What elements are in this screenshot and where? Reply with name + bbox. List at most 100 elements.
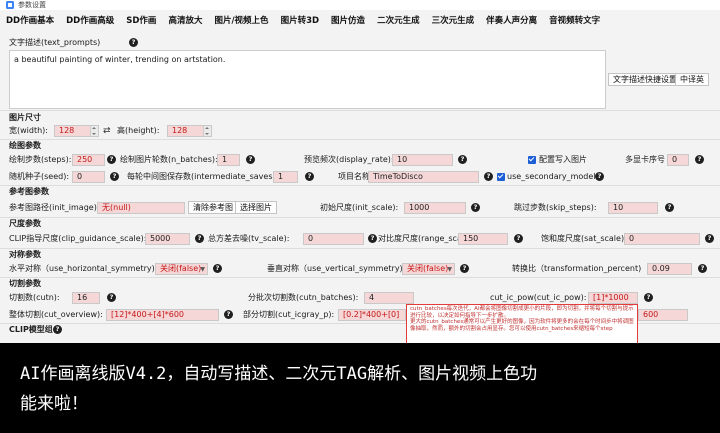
divider xyxy=(0,110,720,111)
help-icon[interactable]: ? xyxy=(695,155,704,164)
n-batches-input[interactable]: 1 xyxy=(217,154,240,166)
clip-guidance-input[interactable]: 5000 xyxy=(145,233,190,245)
text-prompts-label: 文字描述(text_prompts) xyxy=(9,38,101,47)
help-icon[interactable]: ? xyxy=(129,38,138,47)
write-config-checkbox[interactable] xyxy=(528,156,536,164)
help-icon[interactable]: ? xyxy=(213,264,222,273)
help-icon[interactable]: ? xyxy=(698,264,707,273)
help-icon[interactable]: ? xyxy=(246,155,255,164)
init-scale-label: 初始尺度(init_scale): xyxy=(320,203,399,212)
menu-image-imitate[interactable]: 图片仿造 xyxy=(331,14,365,26)
seed-label: 随机种子(seed): xyxy=(9,172,70,181)
help-icon[interactable]: ? xyxy=(514,234,523,243)
seed-input[interactable]: 0 xyxy=(72,171,105,183)
width-label: 宽(width): xyxy=(9,126,48,135)
divider xyxy=(0,217,720,218)
divider xyxy=(0,277,720,278)
init-scale-input[interactable]: 1000 xyxy=(404,202,466,214)
section-clip-model: CLIP模型组 xyxy=(9,325,53,334)
menu-speech-to-text[interactable]: 音视频转文字 xyxy=(549,14,600,26)
transformation-percent-input[interactable]: 0.09 xyxy=(647,263,692,275)
cut-ic-pow-input[interactable]: [1]*1000 xyxy=(588,292,638,304)
help-icon[interactable]: ? xyxy=(224,310,233,319)
banner-line-2: 能来啦！ xyxy=(20,394,88,414)
help-icon[interactable]: ? xyxy=(368,234,377,243)
vertical-symmetry-select[interactable]: 关闭(false) ▼ xyxy=(402,263,455,275)
chevron-down-icon: ▼ xyxy=(447,266,452,273)
display-rate-input[interactable]: 10 xyxy=(392,154,453,166)
menu-real-gen[interactable]: 三次元生成 xyxy=(432,14,475,26)
help-icon[interactable]: ? xyxy=(484,172,493,181)
init-image-input[interactable]: 无(null) xyxy=(97,202,185,214)
sat-scale-label: 饱和度尺度(sat_scale): xyxy=(541,234,627,243)
project-input[interactable]: TimeToDisco xyxy=(368,171,479,183)
help-icon[interactable]: ? xyxy=(107,155,116,164)
menu-sd[interactable]: SD作画 xyxy=(126,14,156,26)
divider xyxy=(0,139,720,140)
section-symmetry: 对称参数 xyxy=(9,250,41,259)
cut-overview-label: 整体切割(cut_overview): xyxy=(9,310,103,319)
intermediate-saves-input[interactable]: 1 xyxy=(273,171,298,183)
menu-dd-advanced[interactable]: DD作画高级 xyxy=(66,14,114,26)
cutn-input[interactable]: 16 xyxy=(72,292,100,304)
cutn-batches-tooltip: cutn_batches每次迭代，AI都会将图像切割成更小的片段，即为切割，并将… xyxy=(406,304,638,344)
help-icon[interactable]: ? xyxy=(705,234,714,243)
window-title: 参数设置 xyxy=(18,1,46,9)
help-icon[interactable]: ? xyxy=(665,203,674,212)
menu-upscale[interactable]: 高清放大 xyxy=(168,14,202,26)
menu-image-to-3d[interactable]: 图片转3D xyxy=(281,14,319,26)
transformation-percent-label: 转换比（transformation_percent) xyxy=(512,264,642,273)
help-icon[interactable]: ? xyxy=(195,234,204,243)
steps-input[interactable]: 250 xyxy=(72,154,105,166)
cut-icgray-input[interactable]: [0.2]*400+[0] xyxy=(338,309,406,321)
range-scale-input[interactable]: 150 xyxy=(458,233,508,245)
help-icon[interactable]: ? xyxy=(644,293,653,302)
help-icon[interactable]: ? xyxy=(471,203,480,212)
height-input[interactable]: 128 xyxy=(167,125,212,137)
cutn-batches-label: 分批次切割数(cutn_batches): xyxy=(248,293,359,302)
divider xyxy=(0,248,720,249)
menu-vocal-separation[interactable]: 伴奏人声分离 xyxy=(486,14,537,26)
help-icon[interactable]: ? xyxy=(110,172,119,181)
swap-icon[interactable]: ⇄ xyxy=(103,125,111,137)
menu-colorize[interactable]: 图片/视频上色 xyxy=(214,14,268,26)
gpu-input[interactable]: 0 xyxy=(667,154,689,166)
gpu-label: 多显卡序号 xyxy=(625,155,665,164)
section-draw: 绘图参数 xyxy=(9,141,41,150)
tv-scale-label: 总方差去噪(tv_scale): xyxy=(208,234,290,243)
text-prompts-input[interactable]: a beautiful painting of winter, trending… xyxy=(9,50,606,109)
help-icon[interactable]: ? xyxy=(107,293,116,302)
horizontal-symmetry-select[interactable]: 关闭(false) ▼ xyxy=(155,263,208,275)
menu-dd-basic[interactable]: DD作画基本 xyxy=(6,14,54,26)
help-icon[interactable]: ? xyxy=(53,325,62,334)
tooltip-line: cutn_batches每次迭代，AI都会将图像切割成更小的片段，即为切割，并将… xyxy=(410,306,634,319)
tv-scale-input[interactable]: 0 xyxy=(303,233,364,245)
secondary-model-checkbox[interactable] xyxy=(497,173,505,181)
help-icon[interactable]: ? xyxy=(595,172,604,181)
translate-button[interactable]: 中译英 xyxy=(675,73,709,86)
prompt-quick-set-button[interactable]: 文字描述快捷设置 xyxy=(608,73,682,86)
help-icon[interactable]: ? xyxy=(458,155,467,164)
help-icon[interactable]: ? xyxy=(305,172,314,181)
sat-scale-input[interactable]: 0 xyxy=(624,233,700,245)
skip-steps-input[interactable]: 10 xyxy=(608,202,658,214)
write-config-label: 配置写入图片 xyxy=(539,155,587,164)
init-image-label: 参考图路径(init_image): xyxy=(9,203,100,212)
clear-init-image-button[interactable]: 清除参考图 xyxy=(188,201,238,214)
cut-overview-input[interactable]: [12]*400+[4]*600 xyxy=(106,309,219,321)
select-image-button[interactable]: 选择图片 xyxy=(235,201,277,214)
n-batches-label: 绘制图片轮数(n_batches): xyxy=(120,155,218,164)
app-icon xyxy=(6,1,14,9)
chevron-down-icon: ▼ xyxy=(200,266,205,273)
cutn-batches-input[interactable]: 4 xyxy=(364,292,414,304)
width-input[interactable]: 128 xyxy=(54,125,99,137)
section-reference: 参考图参数 xyxy=(9,187,49,196)
menu-bar: DD作画基本 DD作画高级 SD作画 高清放大 图片/视频上色 图片转3D 图片… xyxy=(0,12,720,28)
cut-extra-input[interactable]: 600 xyxy=(638,309,688,321)
banner-line-1: AI作画离线版V4.2，自动写描述、二次元TAG解析、图片视频上色功 xyxy=(20,364,538,384)
help-icon[interactable]: ? xyxy=(460,264,469,273)
caption-banner: AI作画离线版V4.2，自动写描述、二次元TAG解析、图片视频上色功 能来啦！ xyxy=(0,343,720,433)
horizontal-symmetry-label: 水平对称（use_horizontal_symmetry) xyxy=(9,264,155,273)
menu-anime-gen[interactable]: 二次元生成 xyxy=(377,14,420,26)
clip-guidance-label: CLIP指导尺度(clip_guidance_scale): xyxy=(9,234,147,243)
